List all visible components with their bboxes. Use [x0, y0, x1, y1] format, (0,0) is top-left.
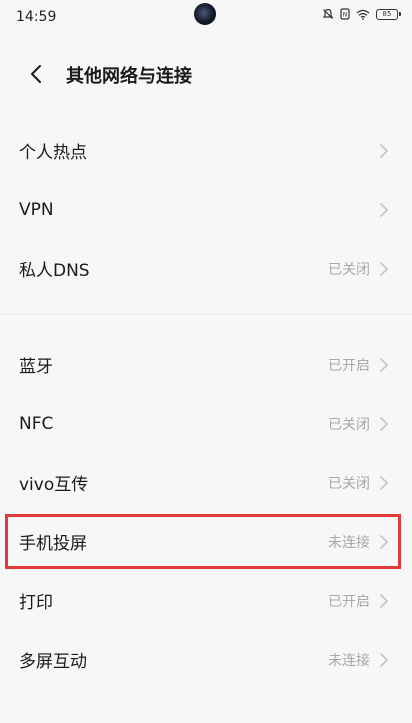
- page-title: 其他网络与连接: [66, 66, 192, 87]
- list-item-label: VPN: [19, 199, 54, 220]
- list-item-private-dns[interactable]: 私人DNS 已关闭: [0, 239, 412, 298]
- list-item-status: 已开启: [328, 357, 370, 374]
- back-button[interactable]: [20, 58, 52, 90]
- list-item-nfc[interactable]: NFC 已关闭: [0, 394, 412, 453]
- list-item-multi-screen[interactable]: 多屏互动 未连接: [0, 630, 412, 689]
- list-item-vpn[interactable]: VPN: [0, 180, 412, 239]
- list-item-label: 个人热点: [19, 143, 87, 163]
- list-item-label: 蓝牙: [19, 357, 53, 377]
- list-item-label: NFC: [19, 413, 54, 434]
- status-icons: N 85: [322, 8, 401, 20]
- list-item-status: 已关闭: [328, 416, 370, 433]
- battery-level: 85: [382, 9, 392, 18]
- list-item-label: 手机投屏: [19, 534, 87, 554]
- chevron-right-icon: [380, 475, 388, 490]
- chevron-right-icon: [380, 202, 388, 217]
- chevron-right-icon: [380, 261, 388, 276]
- svg-text:N: N: [343, 12, 348, 19]
- list-item-print[interactable]: 打印 已开启: [0, 571, 412, 630]
- list-item-status: 已关闭: [328, 475, 370, 492]
- list-item-label: 私人DNS: [19, 261, 90, 281]
- chevron-right-icon: [380, 652, 388, 667]
- list-item-hotspot[interactable]: 个人热点: [0, 121, 412, 180]
- settings-group-connections: 蓝牙 已开启 NFC 已关闭 vivo互传 已关闭 手机投屏 未连接 打印 已开…: [0, 335, 412, 689]
- list-item-label: 多屏互动: [19, 652, 87, 672]
- status-time: 14:59: [16, 9, 57, 25]
- list-item-bluetooth[interactable]: 蓝牙 已开启: [0, 335, 412, 394]
- mute-icon: [322, 8, 334, 20]
- list-item-label: 打印: [19, 593, 53, 613]
- list-item-status: 已开启: [328, 593, 370, 610]
- list-item-label: vivo互传: [19, 475, 89, 495]
- list-item-screen-cast[interactable]: 手机投屏 未连接: [0, 512, 412, 571]
- chevron-right-icon: [380, 534, 388, 549]
- settings-group-network: 个人热点 VPN 私人DNS 已关闭: [0, 121, 412, 298]
- group-divider: [0, 314, 412, 315]
- status-bar: 14:59 N 85: [0, 0, 412, 36]
- chevron-left-icon: [31, 65, 41, 83]
- wifi-icon: [356, 9, 370, 20]
- chevron-right-icon: [380, 143, 388, 158]
- list-item-status: 未连接: [328, 652, 370, 669]
- chevron-right-icon: [380, 357, 388, 372]
- front-camera: [194, 3, 216, 25]
- nfc-status-icon: N: [340, 8, 350, 20]
- chevron-right-icon: [380, 593, 388, 608]
- settings-screen: 14:59 N 85 其他网络与连接 个人热点 VPN 私人DNS 已关闭 蓝牙…: [0, 0, 412, 723]
- list-item-vivo-share[interactable]: vivo互传 已关闭: [0, 453, 412, 512]
- list-item-status: 未连接: [328, 534, 370, 551]
- page-header: 其他网络与连接: [0, 52, 412, 96]
- list-item-status: 已关闭: [328, 261, 370, 278]
- chevron-right-icon: [380, 416, 388, 431]
- battery-icon: 85: [376, 8, 401, 20]
